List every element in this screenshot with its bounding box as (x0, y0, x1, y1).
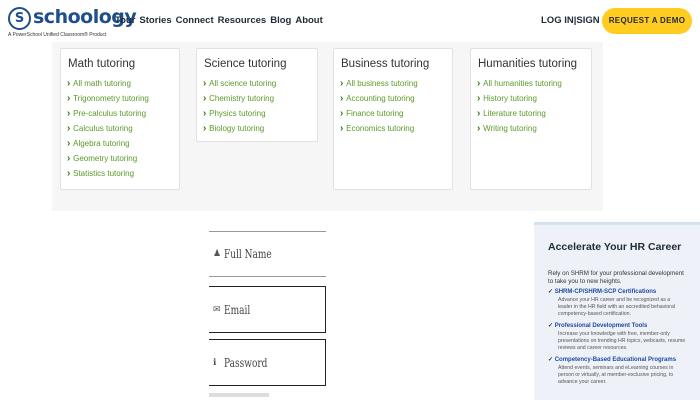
tutoring-link[interactable]: Writing tutoring (477, 121, 591, 136)
nav-connect[interactable]: Connect (176, 15, 214, 26)
ad-title: Accelerate Your HR Career (548, 241, 682, 253)
tutoring-link[interactable]: Statistics tutoring (67, 166, 179, 181)
tutoring-link[interactable]: Physics tutoring (203, 106, 317, 121)
tutoring-link[interactable]: Economics tutoring (340, 121, 452, 136)
tutoring-link[interactable]: Chemistry tutoring (203, 91, 317, 106)
card-title: Business tutoring (341, 58, 430, 70)
tutoring-link[interactable]: All business tutoring (340, 76, 452, 91)
person-icon: ♟ (213, 247, 222, 258)
main-nav: Tour Stories Connect Resources Blog Abou… (115, 15, 323, 26)
password-placeholder: Password (224, 355, 268, 370)
tutoring-link[interactable]: Calculus tutoring (67, 121, 179, 136)
request-demo-button[interactable]: REQUEST A DEMO (602, 8, 692, 34)
nav-blog[interactable]: Blog (270, 15, 291, 26)
full-name-field[interactable]: ♟ Full Name (209, 231, 326, 277)
ad-item[interactable]: Competency-Based Educational Programs At… (548, 356, 696, 386)
ad-item-desc: Attend events, seminars and eLearning co… (558, 365, 674, 385)
info-icon: ℹ (213, 356, 217, 367)
tutoring-link[interactable]: All math tutoring (67, 76, 179, 91)
nav-tour[interactable]: Tour (115, 15, 135, 26)
password-field[interactable]: ℹ Password (209, 339, 326, 386)
business-tutoring-card: Business tutoring All business tutoring … (333, 48, 453, 190)
tutoring-link[interactable]: Trigonometry tutoring (67, 91, 179, 106)
ad-item[interactable]: Professional Development Tools Increase … (548, 322, 696, 352)
tutoring-link[interactable]: Finance tutoring (340, 106, 452, 121)
schoology-mark-icon: S (8, 7, 31, 30)
tutoring-link[interactable]: Biology tutoring (203, 121, 317, 136)
tutoring-link[interactable]: History tutoring (477, 91, 591, 106)
science-tutoring-card: Science tutoring All science tutoring Ch… (196, 48, 318, 142)
tutoring-panel: Math tutoring All math tutoring Trigonom… (52, 42, 603, 211)
tutoring-link[interactable]: Pre-calculus tutoring (67, 106, 179, 121)
humanities-tutoring-card: Humanities tutoring All humanities tutor… (470, 48, 592, 190)
brand-tagline: A PowerSchool Unified Classroom® Product (8, 32, 107, 38)
ad-item[interactable]: SHRM-CP/SHRM-SCP Certifications Advance … (548, 288, 696, 318)
card-title: Math tutoring (68, 58, 136, 70)
ad-item-title: SHRM-CP/SHRM-SCP Certifications (548, 288, 696, 295)
envelope-icon: ✉ (213, 303, 221, 314)
tutoring-link[interactable]: Literature tutoring (477, 106, 591, 121)
full-name-placeholder: Full Name (224, 247, 272, 261)
card-title: Humanities tutoring (478, 58, 578, 70)
tutoring-link[interactable]: Algebra tutoring (67, 136, 179, 151)
tutoring-link[interactable]: Accounting tutoring (340, 91, 452, 106)
ad-item-desc: Advance your HR career and be recognized… (558, 297, 676, 317)
tutoring-link[interactable]: All science tutoring (203, 76, 317, 91)
ad-intro: Rely on SHRM for your professional devel… (548, 270, 684, 285)
form-next-element (209, 393, 269, 397)
ad-item-title: Competency-Based Educational Programs (548, 356, 696, 363)
hr-career-ad[interactable]: Accelerate Your HR Career Rely on SHRM f… (534, 222, 700, 400)
ad-item-title: Professional Development Tools (548, 322, 696, 329)
nav-stories[interactable]: Stories (139, 15, 171, 26)
ad-item-desc: Increase your knowledge with free, membe… (558, 331, 686, 351)
email-placeholder: Email (224, 302, 251, 317)
login-link[interactable]: LOG IN (541, 15, 574, 26)
tutoring-link[interactable]: All humanities tutoring (477, 76, 591, 91)
nav-about[interactable]: About (295, 15, 322, 26)
math-tutoring-card: Math tutoring All math tutoring Trigonom… (60, 48, 180, 190)
card-title: Science tutoring (204, 58, 287, 70)
tutoring-link[interactable]: Geometry tutoring (67, 151, 179, 166)
email-field[interactable]: ✉ Email (209, 286, 326, 333)
nav-resources[interactable]: Resources (218, 15, 267, 26)
